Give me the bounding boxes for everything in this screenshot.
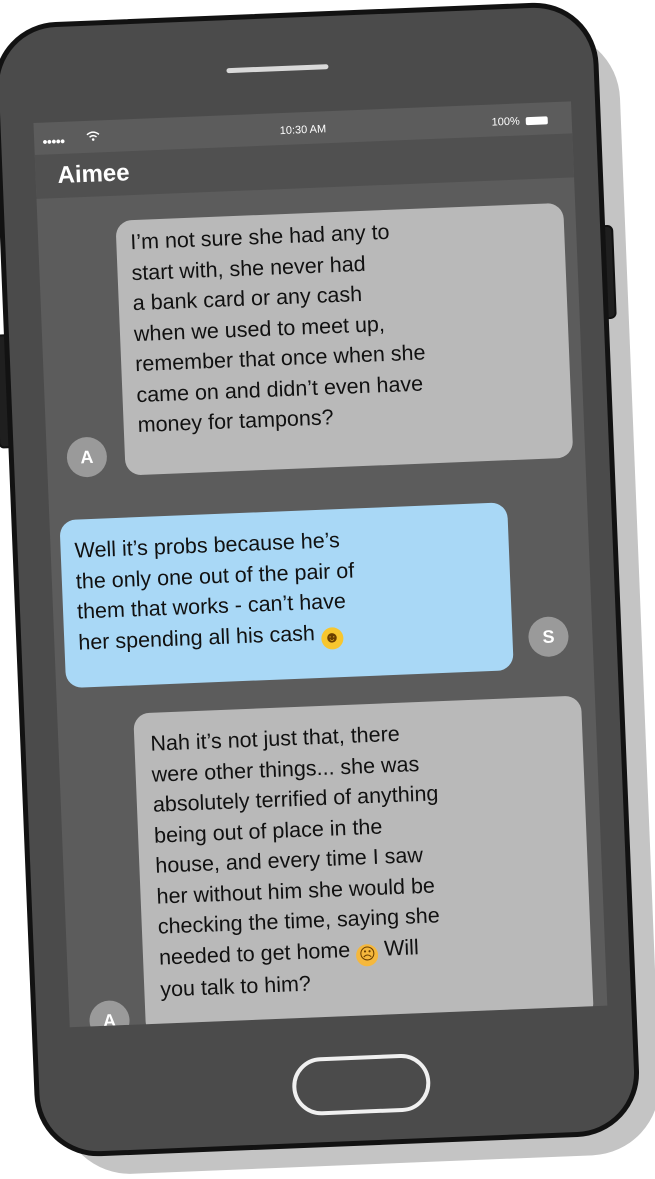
messages-screen: ●●●●● 10:30 AM 100% Aimee I’m not sure s…	[33, 101, 608, 1028]
tears-of-joy-emoji-icon: ☻	[320, 626, 344, 650]
message-bubble-incoming[interactable]: Nah it’s not just that, there were other…	[133, 695, 594, 1028]
message-bubble-incoming[interactable]: I’m not sure she had any to start with, …	[115, 202, 574, 476]
battery-icon	[525, 116, 548, 126]
sender-avatar[interactable]: A	[66, 436, 108, 478]
contact-name[interactable]: Aimee	[57, 159, 130, 190]
message-text: her spending all his cash	[77, 620, 316, 655]
message-text: Will	[383, 934, 420, 961]
battery-percent: 100%	[491, 115, 521, 129]
phone: ●●●●● 10:30 AM 100% Aimee I’m not sure s…	[0, 0, 642, 1159]
home-button[interactable]	[291, 1052, 432, 1117]
sender-avatar[interactable]: S	[527, 615, 570, 658]
illustration: ●●●●● 10:30 AM 100% Aimee I’m not sure s…	[0, 0, 655, 1179]
worried-face-emoji-icon: ☹	[355, 943, 379, 967]
message-bubble-outgoing[interactable]: Well it’s probs because he’s the only on…	[59, 502, 514, 689]
message-text: needed to get home	[158, 937, 351, 970]
phone-body: ●●●●● 10:30 AM 100% Aimee I’m not sure s…	[0, 0, 642, 1159]
earpiece-speaker	[226, 64, 329, 74]
sender-avatar[interactable]: A	[88, 999, 131, 1028]
